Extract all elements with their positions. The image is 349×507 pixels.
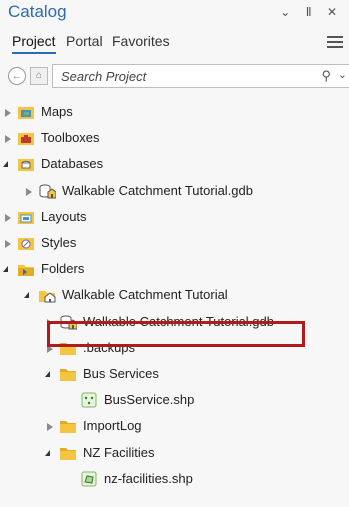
tree-item[interactable]: BusService.shp xyxy=(0,388,330,414)
tab-favorites[interactable]: Favorites xyxy=(112,33,170,49)
expand-closed-icon[interactable] xyxy=(45,421,55,433)
expand-open-icon[interactable] xyxy=(3,264,13,276)
tree-item-label: Databases xyxy=(41,156,104,172)
tree-item-label: Layouts xyxy=(41,208,87,224)
tree-item[interactable]: Walkable Catchment Tutorial.gdb xyxy=(0,179,330,205)
folder-icon xyxy=(59,445,77,461)
expand-closed-icon[interactable] xyxy=(3,238,13,250)
tree-item-label: BusService.shp xyxy=(104,392,195,408)
tree-item-label: ImportLog xyxy=(83,418,142,434)
folder-icon xyxy=(59,366,77,382)
pane-controls[interactable]: ⌄ Ⅱ ✕ xyxy=(280,5,343,19)
title-bar: Catalog ⌄ Ⅱ ✕ xyxy=(0,0,349,30)
geodatabase-icon xyxy=(38,183,57,199)
tab-project[interactable]: Project xyxy=(12,33,56,54)
folders-icon xyxy=(17,261,35,277)
back-icon[interactable]: ← xyxy=(8,67,26,85)
tree-item[interactable]: Walkable Catchment Tutorial xyxy=(0,283,330,309)
catalog-pane: Catalog ⌄ Ⅱ ✕ Project Portal Favorites ←… xyxy=(0,0,349,507)
tree-item[interactable]: Folders xyxy=(0,257,330,283)
tree-item[interactable]: Bus Services xyxy=(0,362,330,388)
highlight-box xyxy=(47,321,305,347)
search-box: ⚲ ⌄ xyxy=(52,64,349,88)
home-icon[interactable]: ⌂ xyxy=(30,67,48,85)
expand-open-icon[interactable] xyxy=(45,448,55,460)
toolbox-icon xyxy=(17,130,35,146)
expand-closed-icon[interactable] xyxy=(3,212,13,224)
search-options-chevron-icon[interactable]: ⌄ xyxy=(338,68,347,81)
expand-closed-icon[interactable] xyxy=(3,107,13,119)
tree-item-label: NZ Facilities xyxy=(83,444,155,460)
tree-item[interactable]: Maps xyxy=(0,100,330,126)
tree-item-label: nz-facilities.shp xyxy=(104,470,193,486)
pin-icon[interactable]: Ⅱ xyxy=(306,5,318,19)
tree-item-label: Walkable Catchment Tutorial xyxy=(62,287,228,303)
tree-item-label: Walkable Catchment Tutorial.gdb xyxy=(62,182,254,198)
expand-closed-icon[interactable] xyxy=(3,133,13,145)
database-folder-icon xyxy=(17,156,35,172)
tree-item-label: Maps xyxy=(41,104,73,119)
menu-icon[interactable] xyxy=(327,33,343,51)
tree-item[interactable]: Styles xyxy=(0,231,330,257)
tree-item[interactable]: Toolboxes xyxy=(0,126,330,152)
search-row: ← ⌂ ⚲ ⌄ xyxy=(6,64,349,88)
search-input[interactable] xyxy=(59,67,303,86)
tree-item[interactable]: nz-facilities.shp xyxy=(0,467,330,493)
maps-icon xyxy=(17,104,35,120)
expand-closed-icon[interactable] xyxy=(24,186,34,198)
styles-icon xyxy=(17,235,35,251)
tree-item[interactable]: Layouts xyxy=(0,205,330,231)
pane-title: Catalog xyxy=(8,2,67,21)
tree-item[interactable]: NZ Facilities xyxy=(0,441,330,467)
tree-item[interactable]: ImportLog xyxy=(0,414,330,440)
expand-open-icon[interactable] xyxy=(3,159,13,171)
folder-icon xyxy=(59,418,77,434)
expand-open-icon[interactable] xyxy=(45,369,55,381)
tree-item-label: Folders xyxy=(41,261,85,277)
search-icon[interactable]: ⚲ xyxy=(321,68,331,84)
tab-portal[interactable]: Portal xyxy=(66,33,103,49)
layouts-icon xyxy=(17,209,35,225)
tree-item-label: Toolboxes xyxy=(41,130,100,146)
options-chevron-icon[interactable]: ⌄ xyxy=(280,5,296,19)
tree-item[interactable]: Databases xyxy=(0,152,330,178)
close-icon[interactable]: ✕ xyxy=(327,5,343,19)
point-shapefile-icon xyxy=(80,392,98,408)
home-folder-icon xyxy=(38,287,56,303)
tree-item-label: Bus Services xyxy=(83,366,159,381)
polygon-shapefile-icon xyxy=(80,471,98,487)
expand-open-icon[interactable] xyxy=(24,290,34,302)
tree-item-label: Styles xyxy=(41,235,77,250)
